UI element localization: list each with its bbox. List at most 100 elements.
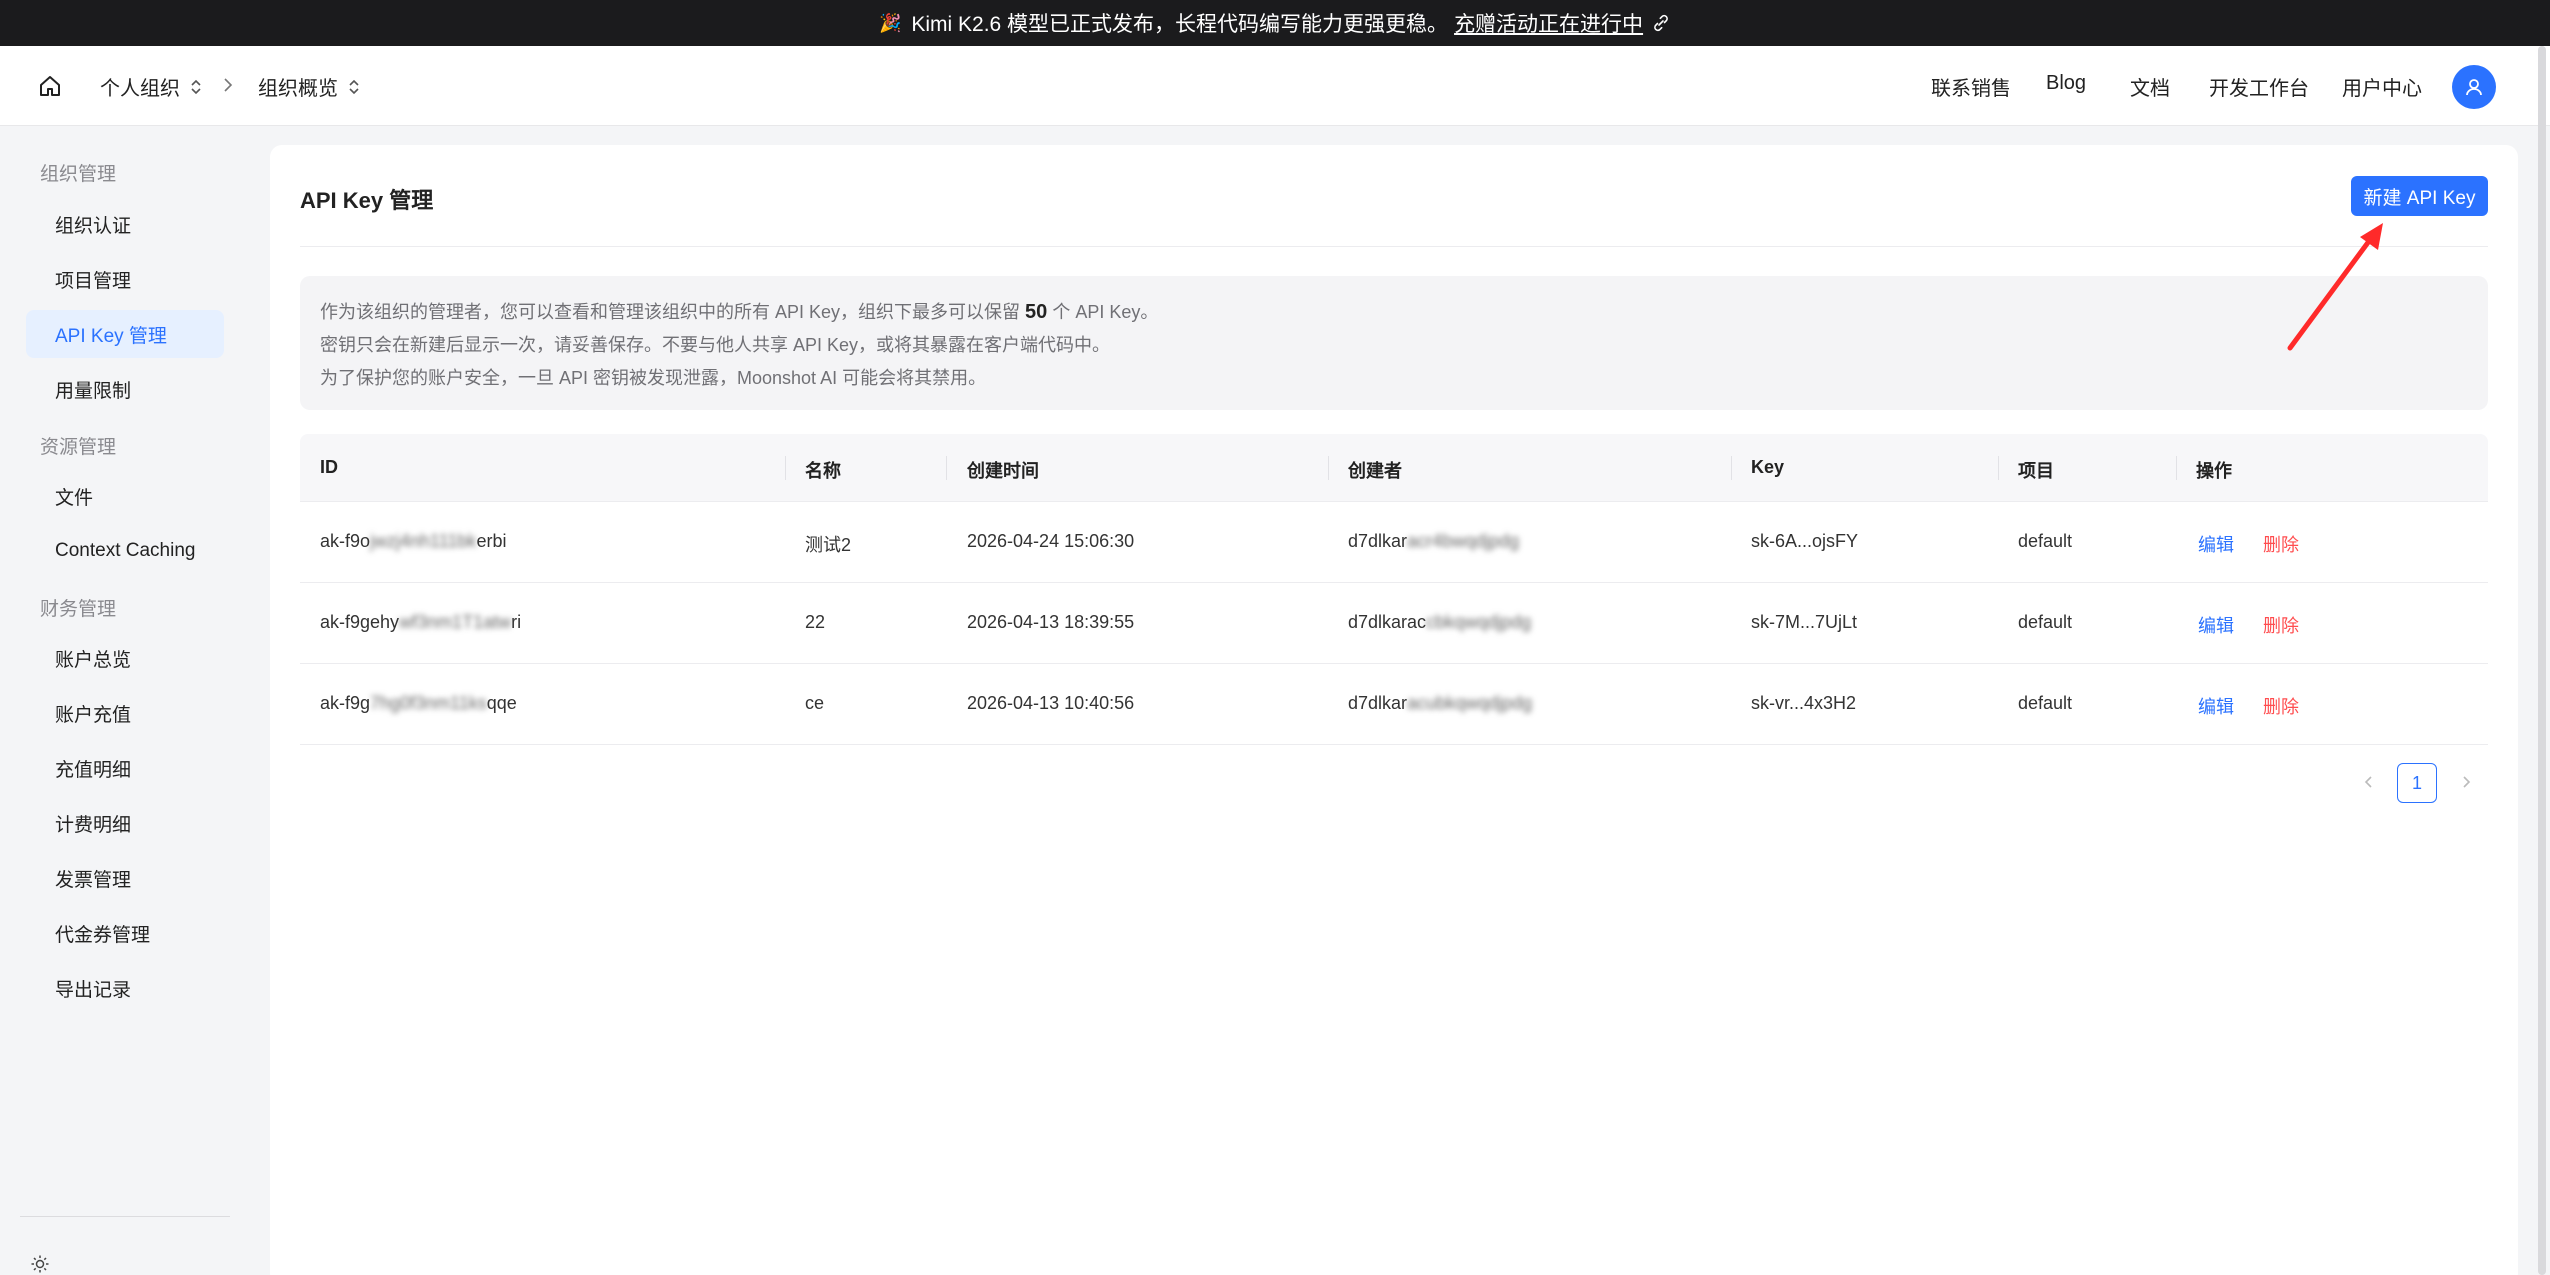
creator-prefix: d7dlkarac — [1348, 612, 1427, 632]
sidebar-item-account-overview[interactable]: 账户总览 — [26, 634, 224, 682]
sidebar-item-projects[interactable]: 项目管理 — [26, 255, 224, 303]
sidebar-item-label: Context Caching — [55, 540, 196, 561]
creator-redacted: acr4bwqdjpdg — [1407, 531, 1520, 551]
cell-id: ak-f9ojwzj4nh111bkerbi — [320, 531, 506, 552]
notice-line-3: 为了保护您的账户安全，一旦 API 密钥被发现泄露，Moonshot AI 可能… — [320, 368, 987, 388]
column-separator — [1731, 456, 1732, 480]
annotation-arrow-icon — [2287, 223, 2383, 351]
cell-name: 22 — [805, 612, 826, 632]
sidebar-group-finance: 财务管理 — [40, 599, 117, 620]
cell-created: 2026-04-13 10:40:56 — [967, 693, 1135, 713]
sidebar-item-label: 文件 — [55, 487, 94, 509]
column-separator — [946, 456, 947, 480]
user-avatar[interactable] — [2452, 65, 2496, 109]
id-suffix: erbi — [476, 531, 507, 551]
sidebar-item-label: 导出记录 — [55, 979, 132, 1001]
home-icon[interactable] — [38, 74, 62, 98]
sun-icon[interactable] — [30, 1254, 50, 1274]
nav-blog[interactable]: Blog — [2046, 72, 2086, 95]
table-row: ak-f9ojwzj4nh111bkerbi 测试2 2026-04-24 15… — [300, 502, 2488, 583]
cell-key: sk-6A...ojsFY — [1751, 531, 1859, 551]
cell-creator: d7dlkaracr4bwqdjpdg — [1348, 531, 1519, 552]
creator-redacted: acubkqwqdjpdg — [1407, 693, 1533, 713]
sidebar-item-recharge[interactable]: 账户充值 — [26, 689, 224, 737]
delete-button[interactable]: 删除 — [2263, 693, 2299, 719]
nav-contact-sales[interactable]: 联系销售 — [1931, 72, 2011, 101]
edit-button[interactable]: 编辑 — [2198, 693, 2234, 719]
sidebar-item-usage-limits[interactable]: 用量限制 — [26, 365, 224, 413]
delete-button[interactable]: 删除 — [2263, 612, 2299, 638]
link-icon[interactable] — [1651, 13, 1671, 33]
title-divider — [300, 246, 2488, 247]
api-key-card: API Key 管理 新建 API Key 作为该组织的管理者，您可以查看和管理… — [270, 145, 2518, 1275]
column-separator — [785, 456, 786, 480]
cell-created: 2026-04-24 15:06:30 — [967, 531, 1135, 551]
creator-redacted: cbkqwqdjpdg — [1426, 612, 1532, 632]
sidebar-item-label: 项目管理 — [55, 270, 132, 292]
cell-key: sk-vr...4x3H2 — [1751, 693, 1857, 713]
id-prefix: ak-f9o — [320, 531, 371, 551]
pager-page-current[interactable]: 1 — [2397, 763, 2437, 803]
pager-prev-icon[interactable] — [2359, 772, 2379, 792]
notice-line-2: 密钥只会在新建后显示一次，请妥善保存。不要与他人共享 API Key，或将其暴露… — [320, 335, 1111, 355]
sidebar-item-files[interactable]: 文件 — [26, 472, 224, 520]
sidebar-item-context-caching[interactable]: Context Caching — [26, 527, 224, 575]
cell-created: 2026-04-13 18:39:55 — [967, 612, 1135, 632]
sidebar-item-label: 账户总览 — [55, 649, 132, 671]
table-row: ak-f9gehywf3nm1T1atwri 22 2026-04-13 18:… — [300, 583, 2488, 664]
sidebar-item-label: 代金券管理 — [55, 924, 151, 946]
cell-id: ak-f9gehywf3nm1T1atwri — [320, 612, 521, 633]
delete-button[interactable]: 删除 — [2263, 531, 2299, 557]
pager-next-icon[interactable] — [2456, 772, 2476, 792]
page-scrollbar[interactable] — [2538, 46, 2546, 1275]
id-suffix: ri — [511, 612, 522, 632]
sidebar-item-vouchers[interactable]: 代金券管理 — [26, 909, 224, 957]
nav-user-center[interactable]: 用户中心 — [2342, 72, 2422, 101]
table-row: ak-f9g7hg0f3nm11ksqqe ce 2026-04-13 10:4… — [300, 664, 2488, 745]
sidebar-item-label: 计费明细 — [55, 814, 132, 836]
cell-name: 测试2 — [805, 535, 852, 555]
sidebar-item-billing-details[interactable]: 计费明细 — [26, 799, 224, 847]
column-header-actions: 操作 — [2196, 461, 2232, 481]
cell-creator: d7dlkaracubkqwqdjpdg — [1348, 693, 1532, 714]
cell-name: ce — [805, 693, 825, 713]
id-suffix: qqe — [486, 693, 517, 713]
column-separator — [2176, 456, 2177, 480]
cell-id: ak-f9g7hg0f3nm11ksqqe — [320, 693, 517, 714]
notice-line-1: 作为该组织的管理者，您可以查看和管理该组织中的所有 API Key，组织下最多可… — [320, 296, 2468, 329]
notice-text: 个 API Key。 — [1052, 302, 1159, 322]
column-header-project: 项目 — [2018, 461, 2054, 481]
banner-link[interactable]: 充赠活动正在进行中 — [1454, 8, 1643, 38]
page-name: 组织概览 — [258, 78, 338, 100]
updown-chevron-icon — [349, 79, 359, 94]
new-api-key-button[interactable]: 新建 API Key — [2351, 176, 2488, 216]
sidebar-item-label: 发票管理 — [55, 869, 132, 891]
edit-button[interactable]: 编辑 — [2198, 612, 2234, 638]
creator-prefix: d7dlkar — [1348, 531, 1408, 551]
sidebar-item-export-records[interactable]: 导出记录 — [26, 964, 224, 1012]
top-header: 个人组织 组织概览 联系销售 Blog 文档 开发工作台 用户中心 — [0, 46, 2550, 126]
edit-button[interactable]: 编辑 — [2198, 531, 2234, 557]
sidebar-item-label: 充值明细 — [55, 759, 132, 781]
sidebar-item-api-keys[interactable]: API Key 管理 — [26, 310, 224, 358]
max-key-count: 50 — [1025, 301, 1048, 323]
nav-docs[interactable]: 文档 — [2130, 72, 2170, 101]
sidebar-item-recharge-details[interactable]: 充值明细 — [26, 744, 224, 792]
id-redacted: jwzj4nh111bk — [370, 531, 477, 551]
cell-project: default — [2018, 531, 2073, 551]
sidebar-divider — [20, 1216, 230, 1217]
column-header-created: 创建时间 — [967, 461, 1039, 481]
sidebar-item-label: 账户充值 — [55, 704, 132, 726]
sidebar-item-label: 用量限制 — [55, 380, 132, 402]
sidebar-item-label: API Key 管理 — [55, 325, 167, 347]
sidebar-item-invoices[interactable]: 发票管理 — [26, 854, 224, 902]
updown-chevron-icon — [191, 79, 201, 94]
notice-text: 作为该组织的管理者，您可以查看和管理该组织中的所有 API Key，组织下最多可… — [320, 302, 1021, 322]
nav-dev-workbench[interactable]: 开发工作台 — [2209, 72, 2309, 101]
cell-project: default — [2018, 693, 2073, 713]
column-separator — [1998, 456, 1999, 480]
page-switcher[interactable]: 组织概览 — [258, 72, 360, 101]
org-switcher[interactable]: 个人组织 — [100, 72, 202, 101]
column-header-name: 名称 — [805, 461, 841, 481]
sidebar-item-org-verify[interactable]: 组织认证 — [26, 200, 224, 248]
